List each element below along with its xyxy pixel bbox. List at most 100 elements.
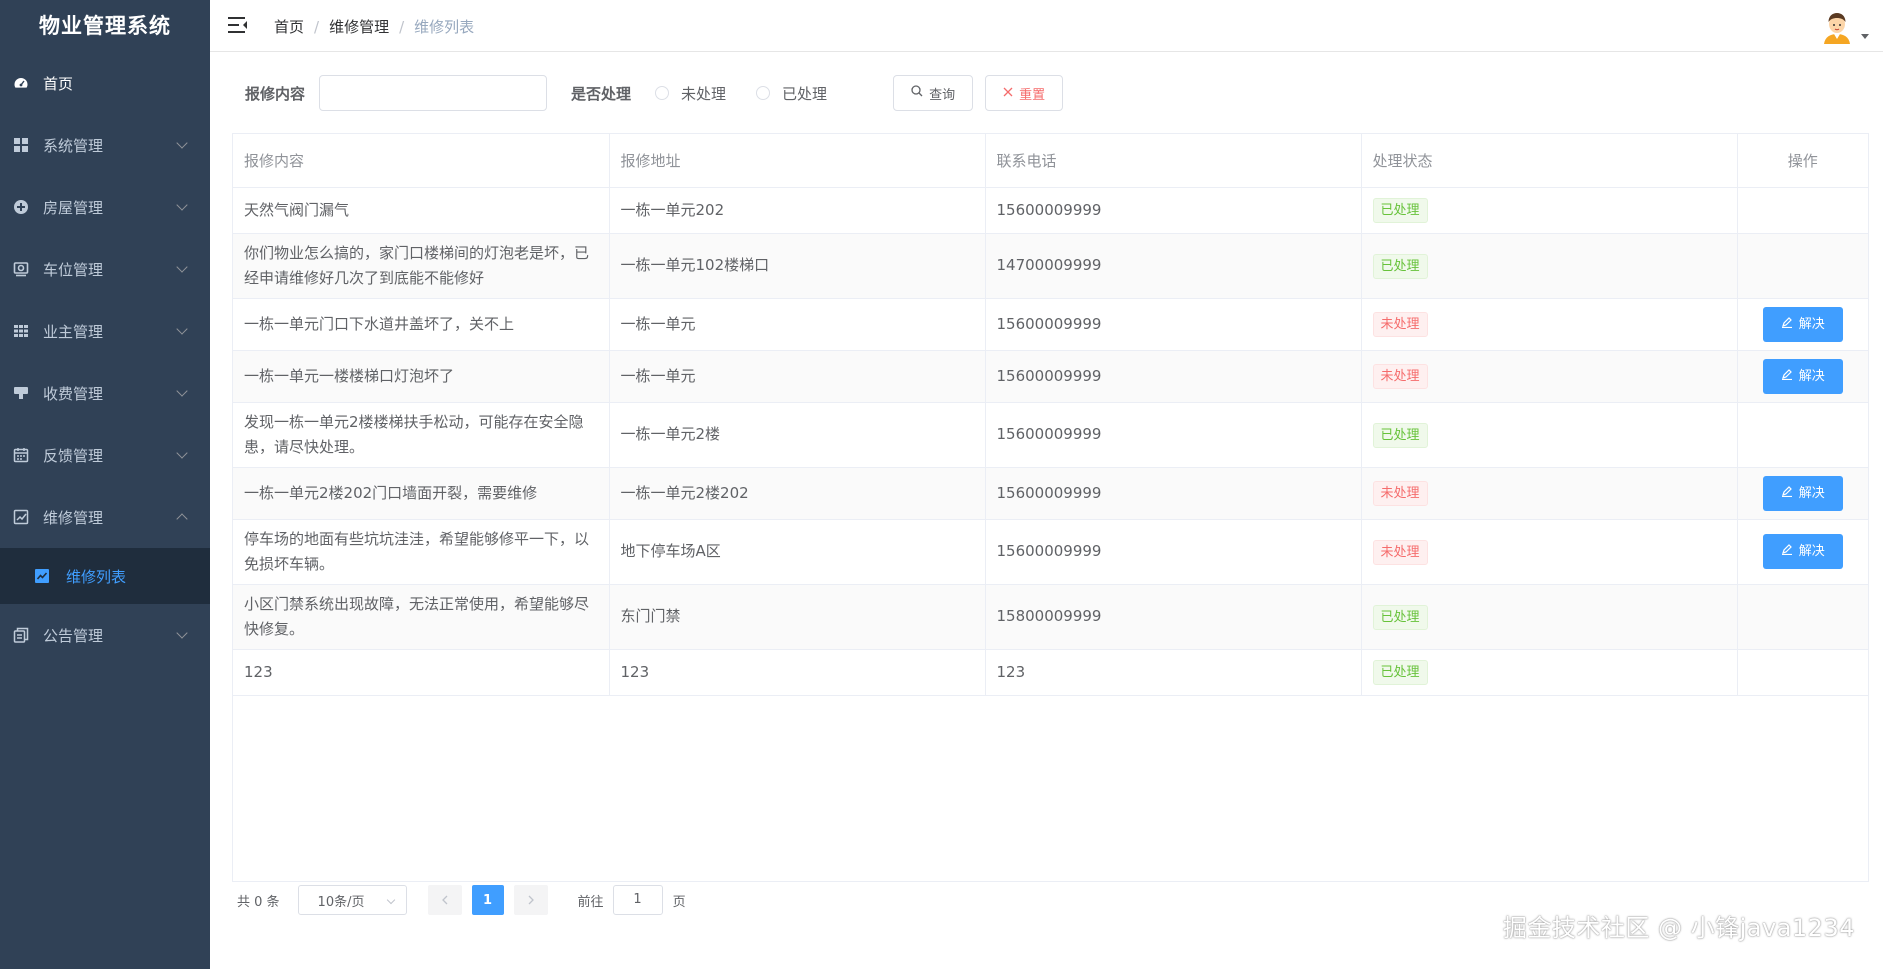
- dashboard-icon: [12, 74, 30, 92]
- sidebar-item-label: 车位管理: [43, 260, 104, 279]
- table-body: 天然气阀门漏气 一栋一单元202 15600009999 已处理 你们物业怎么搞的，家门…: [233, 187, 1868, 696]
- cell-phone: 15600009999: [985, 187, 1362, 234]
- cell-phone: 15600009999: [985, 298, 1362, 351]
- cell-content: 停车场的地面有些坑坑洼洼，希望能够修平一下，以免损坏车辆。: [233, 519, 610, 585]
- cell-address: 一栋一单元: [609, 298, 986, 351]
- edit-icon: [1781, 364, 1793, 389]
- column-header: 操作: [1737, 134, 1868, 188]
- content-input[interactable]: [319, 75, 548, 111]
- sidebar-item-repair[interactable]: 维修管理: [0, 486, 210, 548]
- query-label: 查询: [929, 87, 956, 103]
- status-label: 是否处理: [571, 84, 632, 103]
- table-icon: [12, 322, 30, 340]
- sidebar-item-label: 系统管理: [43, 136, 104, 155]
- radio-circle[interactable]: [655, 86, 670, 100]
- cell-phone: 15800009999: [985, 584, 1362, 650]
- solve-button[interactable]: 解决: [1762, 475, 1843, 511]
- chevron-down-icon: [176, 447, 188, 459]
- table-row: 你们物业怎么搞的，家门口楼梯间的灯泡老是坏，已经申请维修好几次了到底能不能修好一…: [233, 233, 1868, 299]
- solve-label: 解决: [1798, 368, 1825, 384]
- caret-down-icon[interactable]: [1861, 34, 1869, 39]
- radio-label: 未处理: [681, 84, 727, 103]
- solve-button[interactable]: 解决: [1762, 534, 1843, 569]
- sidebar-item-label: 维修管理: [43, 508, 104, 527]
- cell-status: 未处理: [1361, 467, 1738, 520]
- sidebar-item-label: 收费管理: [43, 384, 104, 403]
- table-row: 小区门禁系统出现故障，无法正常使用，希望能够尽快修复。 东门门禁 158000099…: [233, 584, 1868, 650]
- status-badge: 已处理: [1372, 604, 1428, 630]
- table-row: 一栋一单元门口下水道井盖坏了，关不上 一栋一单元 15600009999 未处理 解决: [233, 298, 1868, 351]
- solve-button[interactable]: 解决: [1762, 306, 1843, 342]
- cell-status: 未处理: [1361, 350, 1738, 403]
- parking-icon: [12, 260, 30, 278]
- next-page-button[interactable]: [513, 885, 548, 915]
- cell-phone: 15600009999: [985, 467, 1362, 520]
- cell-phone: 15600009999: [985, 402, 1362, 468]
- goto-page-input[interactable]: 1: [612, 885, 663, 915]
- breadcrumb-home[interactable]: 首页: [274, 16, 304, 37]
- trend-icon: [34, 568, 50, 584]
- status-badge: 已处理: [1372, 660, 1428, 685]
- search-form: 报修内容 是否处理 未处理 已处理 查询 重置: [245, 75, 1064, 111]
- hamburger-icon[interactable]: [228, 16, 248, 34]
- chevron-down-icon: [176, 323, 188, 335]
- cell-phone: 123: [985, 649, 1362, 696]
- pagination-jumper: 前往 1 页: [578, 885, 686, 915]
- navbar: 首页 / 维修管理 / 维修列表: [210, 0, 1883, 52]
- reset-label: 重置: [1019, 87, 1046, 103]
- cell-content: 123: [233, 649, 610, 696]
- cell-actions: 解决: [1737, 350, 1868, 403]
- sidebar-item-fee[interactable]: 收费管理: [0, 362, 210, 424]
- copy-icon: [12, 626, 30, 644]
- sidebar-item-home[interactable]: 首页: [0, 52, 210, 114]
- sidebar-subitem-repair-list[interactable]: 维修列表: [0, 548, 210, 604]
- cell-actions: [1737, 233, 1868, 299]
- radio-circle[interactable]: [756, 86, 771, 100]
- radio-processed[interactable]: 已处理: [756, 83, 827, 104]
- sidebar-item-notice[interactable]: 公告管理: [0, 604, 210, 666]
- cell-address: 一栋一单元2楼: [609, 402, 986, 468]
- table-row: 一栋一单元2楼202门口墙面开裂，需要维修 一栋一单元2楼202 156000099…: [233, 467, 1868, 520]
- breadcrumb-repair[interactable]: 维修管理: [329, 16, 389, 37]
- repair-table: 报修内容 报修地址 联系电话 处理状态 操作 天然气阀门漏气 一栋一单元202 15…: [232, 133, 1869, 882]
- page-number-button[interactable]: 1: [471, 885, 504, 915]
- sidebar-item-system[interactable]: 系统管理: [0, 114, 210, 176]
- sidebar-item-owner[interactable]: 业主管理: [0, 300, 210, 362]
- cell-address: 一栋一单元102楼梯口: [609, 233, 986, 299]
- plus-circle-icon: [12, 198, 30, 216]
- watermark: 掘金技术社区 @ 小锋java1234: [1502, 914, 1855, 942]
- column-header: 处理状态: [1361, 134, 1738, 188]
- breadcrumb-separator: /: [399, 17, 405, 36]
- cell-content: 一栋一单元一楼楼梯口灯泡坏了: [233, 350, 610, 403]
- cell-content: 一栋一单元门口下水道井盖坏了，关不上: [233, 298, 610, 351]
- cell-status: 已处理: [1361, 649, 1738, 696]
- grid-icon: [12, 136, 30, 154]
- pagination: 共 0 条 10条/页 1 前往 1 页: [237, 884, 686, 916]
- cell-actions: 解决: [1737, 519, 1868, 585]
- sidebar-item-parking[interactable]: 车位管理: [0, 238, 210, 300]
- prev-page-button[interactable]: [427, 885, 462, 915]
- cell-actions: [1737, 584, 1868, 650]
- chevron-up-icon: [176, 513, 188, 525]
- avatar[interactable]: [1819, 8, 1855, 44]
- cell-content: 一栋一单元2楼202门口墙面开裂，需要维修: [233, 467, 610, 520]
- query-button[interactable]: 查询: [893, 75, 974, 111]
- sidebar-item-house[interactable]: 房屋管理: [0, 176, 210, 238]
- close-icon: [1003, 86, 1013, 101]
- content-label: 报修内容: [245, 84, 306, 103]
- goto-prefix: 前往: [577, 894, 604, 910]
- chevron-down-icon: [176, 199, 188, 211]
- status-radio-group: 未处理 已处理: [655, 83, 857, 104]
- radio-unprocessed[interactable]: 未处理: [655, 83, 726, 104]
- sidebar-item-feedback[interactable]: 反馈管理: [0, 424, 210, 486]
- radio-label: 已处理: [782, 84, 828, 103]
- page-size-select[interactable]: 10条/页: [297, 885, 407, 915]
- breadcrumb-separator: /: [314, 17, 320, 36]
- table-row: 天然气阀门漏气 一栋一单元202 15600009999 已处理: [233, 187, 1868, 234]
- chevron-down-icon: [176, 137, 188, 149]
- solve-button[interactable]: 解决: [1762, 358, 1843, 394]
- sidebar-item-label: 房屋管理: [43, 198, 104, 217]
- breadcrumb-current: 维修列表: [414, 18, 475, 36]
- cell-content: 发现一栋一单元2楼楼梯扶手松动，可能存在安全隐患，请尽快处理。: [233, 402, 610, 468]
- reset-button[interactable]: 重置: [985, 75, 1064, 111]
